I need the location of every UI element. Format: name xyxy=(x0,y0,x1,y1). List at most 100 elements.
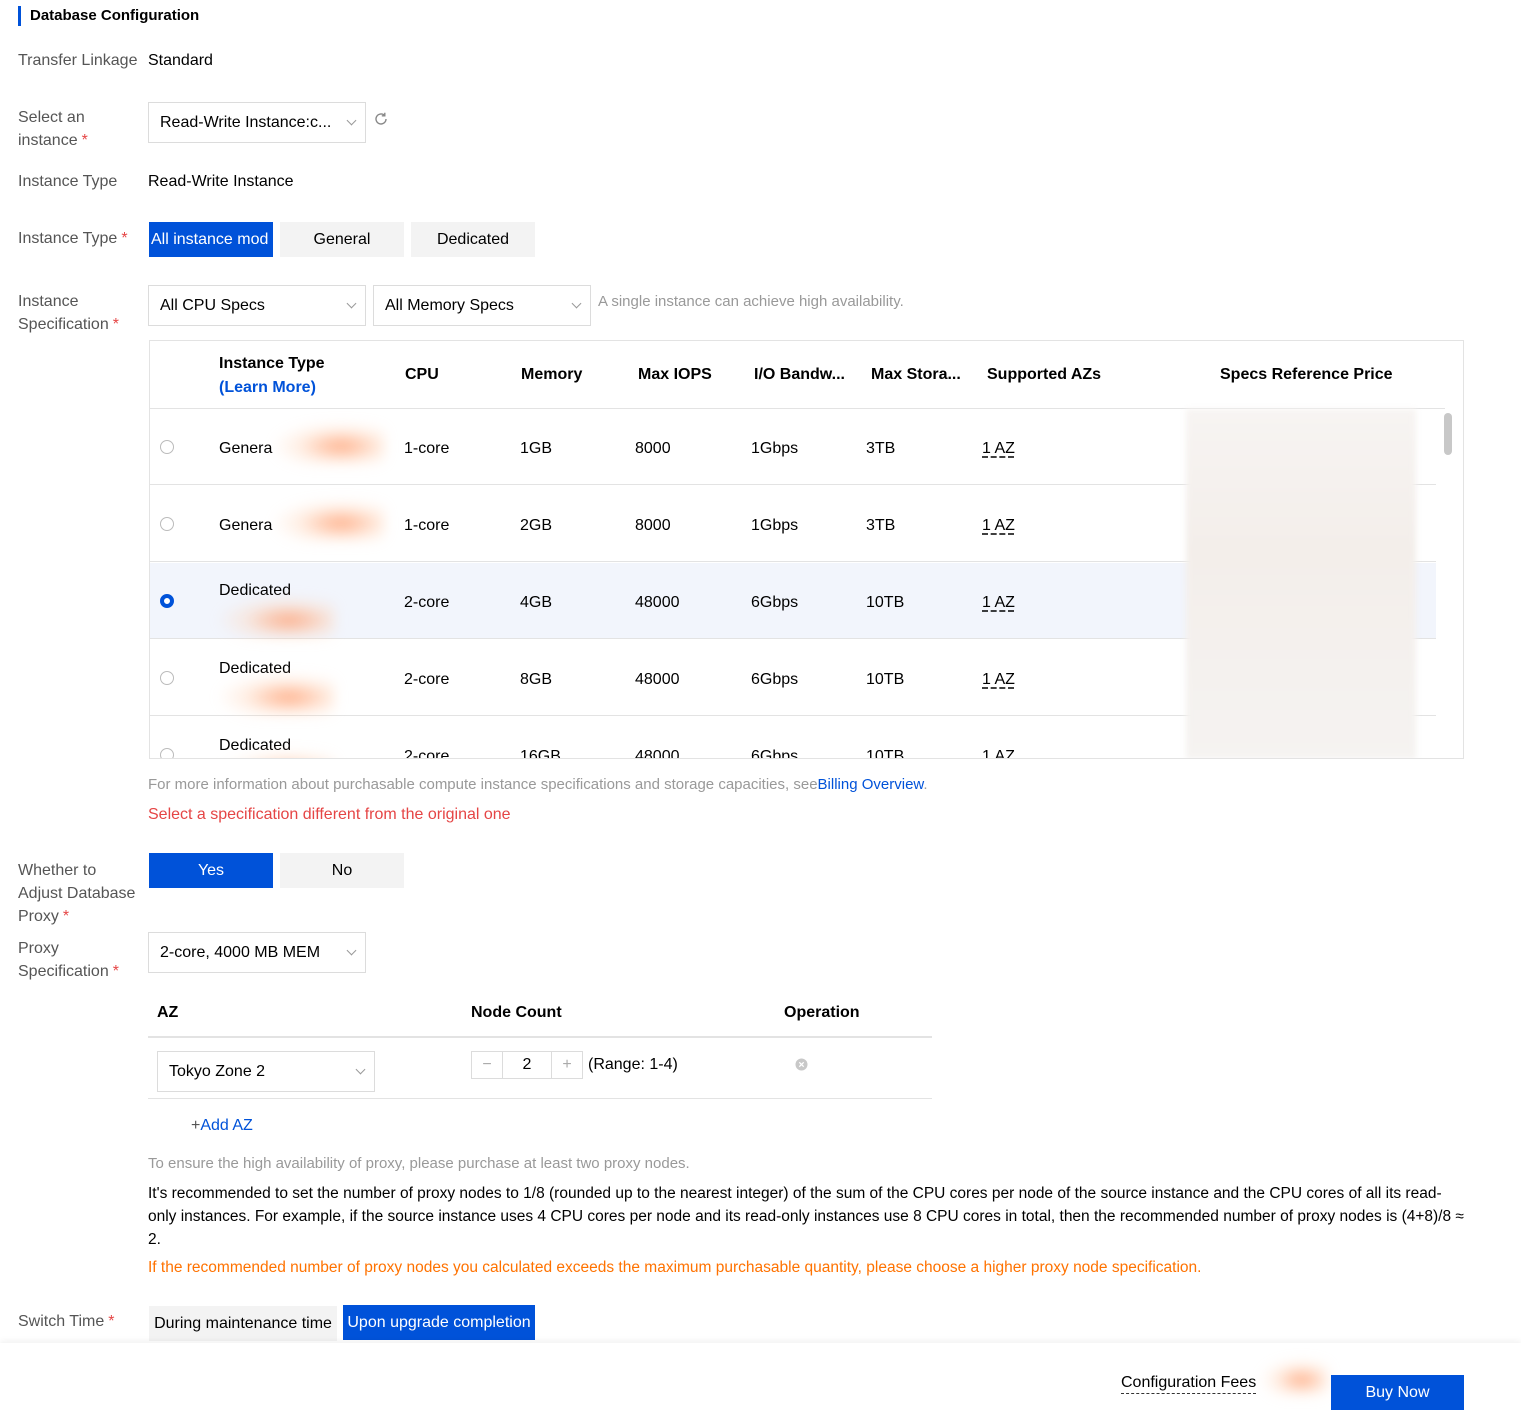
adjust-proxy-label: Whether to Adjust Database Proxy * xyxy=(18,862,136,925)
memory-spec-select-value: All Memory Specs xyxy=(385,297,514,314)
memory-spec-select[interactable]: All Memory Specs xyxy=(373,285,591,326)
node-count-input[interactable]: 2 xyxy=(502,1052,552,1078)
section-title: Database Configuration xyxy=(18,6,199,26)
row-storage: 10TB xyxy=(866,748,905,759)
row-type-suffix-redacted xyxy=(220,751,335,758)
row-radio[interactable] xyxy=(160,748,174,758)
az-zone-select[interactable]: Tokyo Zone 2 xyxy=(157,1051,375,1092)
row-type-suffix-redacted xyxy=(220,674,335,716)
instance-select-value: Read-Write Instance:c... xyxy=(160,114,332,131)
switch-time-label: Switch Time * xyxy=(18,1313,115,1330)
th-price: Specs Reference Price xyxy=(1220,366,1393,383)
instance-type-info-label: Instance Type xyxy=(18,173,118,190)
billing-overview-link[interactable]: Billing Overview xyxy=(818,776,924,793)
row-type-suffix-redacted xyxy=(220,597,335,639)
instance-type-option-dedicated[interactable]: Dedicated xyxy=(411,222,535,257)
row-supported-azs[interactable]: 1 AZ xyxy=(982,517,1015,535)
row-supported-azs[interactable]: 1 AZ xyxy=(982,440,1015,458)
instance-type-filter-label: Instance Type * xyxy=(18,230,128,247)
row-storage: 10TB xyxy=(866,671,905,688)
row-bandwidth: 6Gbps xyxy=(751,671,799,688)
az-header-divider xyxy=(148,1036,932,1038)
instance-select[interactable]: Read-Write Instance:c... xyxy=(148,102,366,143)
increment-button[interactable]: + xyxy=(552,1052,582,1078)
select-instance-label: Select an instance * xyxy=(18,109,88,149)
row-type-suffix-redacted xyxy=(275,500,385,542)
instance-spec-label: Instance Specification * xyxy=(18,293,119,333)
spec-hint: A single instance can achieve high avail… xyxy=(598,293,904,310)
add-az-label: Add AZ xyxy=(200,1117,253,1134)
plus-icon: + xyxy=(191,1117,201,1134)
spec-info-suffix: . xyxy=(923,776,928,793)
row-cpu: 2-core xyxy=(404,671,450,688)
switch-time-upgrade-completion[interactable]: Upon upgrade completion xyxy=(343,1305,535,1340)
learn-more-link[interactable]: (Learn More) xyxy=(219,377,325,399)
chevron-down-icon xyxy=(571,298,582,309)
proxy-recommendation: It's recommended to set the number of pr… xyxy=(148,1185,1464,1248)
row-bandwidth: 1Gbps xyxy=(751,440,799,457)
row-type-suffix-redacted xyxy=(275,423,385,465)
spec-table: Instance Type (Learn More) CPU Memory Ma… xyxy=(149,340,1464,759)
instance-type-option-all[interactable]: All instance mod xyxy=(149,222,273,257)
chevron-down-icon xyxy=(346,298,357,309)
row-supported-azs[interactable]: 1 AZ xyxy=(982,671,1015,689)
spec-info-text: For more information about purchasable c… xyxy=(148,776,818,793)
transfer-linkage-value: Standard xyxy=(148,52,213,69)
spec-info-note: For more information about purchasable c… xyxy=(148,776,928,793)
switch-time-maintenance[interactable]: During maintenance time xyxy=(149,1306,337,1341)
row-iops: 8000 xyxy=(635,440,671,457)
row-memory: 4GB xyxy=(520,594,553,611)
az-th-az: AZ xyxy=(157,1004,179,1021)
refresh-icon[interactable] xyxy=(373,111,389,127)
th-iops: Max IOPS xyxy=(638,366,712,383)
th-memory: Memory xyxy=(521,366,583,383)
table-scrollbar[interactable] xyxy=(1444,413,1452,455)
row-cpu: 2-core xyxy=(404,748,450,759)
th-storage: Max Stora... xyxy=(871,366,961,383)
az-th-node-count: Node Count xyxy=(471,1004,562,1021)
row-radio[interactable] xyxy=(160,671,174,685)
th-azs: Supported AZs xyxy=(987,366,1102,383)
fees-value-redacted xyxy=(1262,1360,1328,1396)
cpu-spec-select[interactable]: All CPU Specs xyxy=(148,285,366,326)
chevron-down-icon xyxy=(355,1064,366,1075)
row-supported-azs[interactable]: 1 AZ xyxy=(982,748,1015,758)
row-bandwidth: 6Gbps xyxy=(751,594,799,611)
chevron-down-icon xyxy=(346,945,357,956)
buy-now-button[interactable]: Buy Now xyxy=(1331,1375,1464,1410)
spec-error-message: Select a specification different from th… xyxy=(148,806,511,823)
adjust-proxy-no[interactable]: No xyxy=(280,853,404,888)
transfer-linkage-label: Transfer Linkage xyxy=(18,52,138,69)
row-radio[interactable] xyxy=(160,440,174,454)
add-az-button[interactable]: +Add AZ xyxy=(191,1117,253,1135)
proxy-spec-select[interactable]: 2-core, 4000 MB MEM xyxy=(148,932,366,973)
chevron-down-icon xyxy=(346,115,357,126)
row-memory: 16GB xyxy=(520,748,561,759)
instance-type-option-general[interactable]: General xyxy=(280,222,404,257)
row-memory: 2GB xyxy=(520,517,553,534)
row-memory: 8GB xyxy=(520,671,553,688)
proxy-ha-hint: To ensure the high availability of proxy… xyxy=(148,1155,690,1172)
proxy-spec-label: Proxy Specification * xyxy=(18,940,119,980)
cpu-spec-select-value: All CPU Specs xyxy=(160,297,265,314)
decrement-button[interactable]: − xyxy=(472,1052,502,1078)
th-bandwidth: I/O Bandw... xyxy=(754,366,845,383)
configuration-fees-label: Configuration Fees xyxy=(1121,1373,1257,1394)
row-radio[interactable] xyxy=(160,594,174,608)
az-row-divider xyxy=(148,1098,932,1099)
node-count-range: (Range: 1-4) xyxy=(588,1056,678,1073)
row-iops: 48000 xyxy=(635,748,680,759)
row-supported-azs[interactable]: 1 AZ xyxy=(982,594,1015,612)
close-circle-icon[interactable] xyxy=(795,1058,808,1071)
row-storage: 10TB xyxy=(866,594,905,611)
row-iops: 48000 xyxy=(635,594,680,611)
adjust-proxy-yes[interactable]: Yes xyxy=(149,853,273,888)
row-memory: 1GB xyxy=(520,440,553,457)
row-instance-type: Genera xyxy=(219,440,273,457)
row-radio[interactable] xyxy=(160,517,174,531)
row-iops: 48000 xyxy=(635,671,680,688)
row-cpu: 1-core xyxy=(404,440,450,457)
price-column-redacted xyxy=(1186,409,1416,758)
instance-type-info-value: Read-Write Instance xyxy=(148,173,294,190)
row-bandwidth: 1Gbps xyxy=(751,517,799,534)
